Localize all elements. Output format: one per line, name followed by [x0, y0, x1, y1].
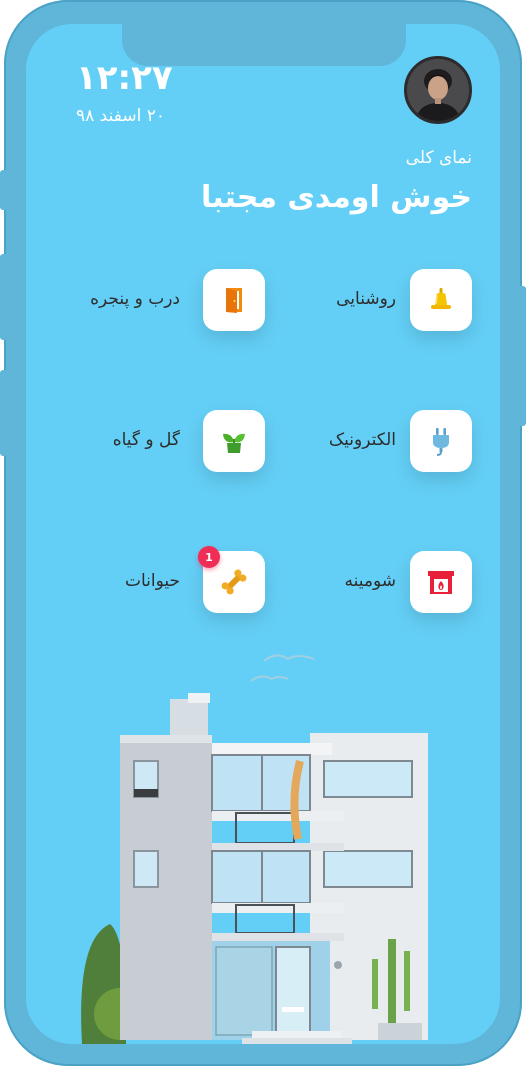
overview-label: نمای کلی: [405, 148, 472, 168]
side-button: [0, 170, 8, 210]
category-plants-label: گل و گیاه: [112, 430, 180, 450]
category-lighting-label: روشنایی: [336, 289, 396, 309]
pets-notification-badge: 1: [198, 546, 220, 568]
bell-icon: [431, 288, 451, 309]
building-illustration: [81, 654, 428, 1044]
category-pets-label: حیوانات: [124, 571, 180, 591]
bone-icon: [221, 569, 247, 595]
plug-icon: [433, 428, 449, 456]
category-fireplace-button[interactable]: [410, 551, 472, 613]
cactus-icon: [388, 939, 396, 1029]
side-button: [0, 370, 8, 456]
category-electronics-button[interactable]: [410, 410, 472, 472]
side-button: [518, 286, 526, 426]
side-button: [0, 254, 8, 340]
plant-icon: [223, 433, 245, 453]
category-electronics-label: الکترونیک: [328, 430, 396, 450]
fireplace-icon: [428, 571, 454, 594]
bird-icon: [250, 675, 289, 682]
current-date: ۲۰ اسفند ۹۸: [76, 106, 165, 126]
clock-time: ۱۲:۲۷: [76, 58, 173, 98]
avatar[interactable]: [404, 56, 472, 124]
category-plants-button[interactable]: [203, 410, 265, 472]
category-doors-button[interactable]: [203, 269, 265, 331]
category-doors-label: درب و پنجره: [90, 289, 180, 309]
door-icon: [226, 288, 242, 313]
welcome-title: خوش اومدی مجتبا: [201, 180, 472, 215]
app-screen: ۱۲:۲۷ ۲۰ اسفند ۹۸ نمای کلی خوش اومدی مجت…: [26, 24, 500, 1044]
category-fireplace-label: شومینه: [344, 571, 396, 591]
category-lighting-button[interactable]: [410, 269, 472, 331]
user-photo-icon: [407, 59, 469, 121]
bird-icon: [263, 654, 315, 662]
